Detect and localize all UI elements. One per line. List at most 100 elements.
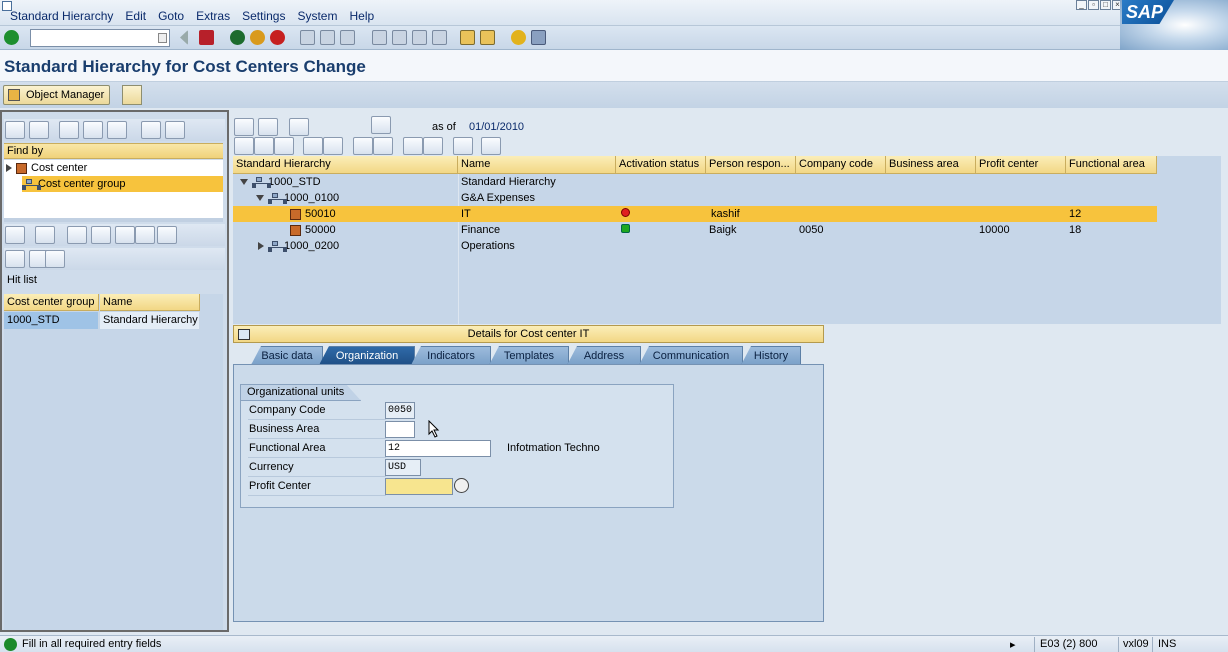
customize-layout-icon[interactable] xyxy=(531,30,546,45)
profit-center-field[interactable] xyxy=(385,478,453,495)
filter-icon[interactable] xyxy=(91,226,111,244)
details-icon[interactable] xyxy=(5,226,25,244)
value-help-icon[interactable] xyxy=(454,478,469,493)
column-header-name[interactable]: Name xyxy=(100,294,200,311)
create-icon[interactable] xyxy=(234,137,254,155)
expand-icon[interactable] xyxy=(6,164,12,173)
print-list-icon[interactable] xyxy=(5,250,25,268)
hit-list-cell-group[interactable]: 1000_STD xyxy=(4,312,99,329)
display-icon[interactable] xyxy=(59,121,79,139)
object-manager-button[interactable]: Object Manager xyxy=(3,85,111,105)
print-icon[interactable] xyxy=(300,30,315,45)
collapse-node-icon[interactable] xyxy=(256,195,264,202)
layout-icon[interactable] xyxy=(45,250,65,268)
move-up-icon[interactable] xyxy=(303,137,323,155)
minimize-icon[interactable]: _ xyxy=(1076,0,1087,10)
column-header-profit-center[interactable]: Profit center xyxy=(976,156,1066,174)
column-header-name[interactable]: Name xyxy=(458,156,616,174)
back-arrow-icon[interactable] xyxy=(234,118,254,136)
restore-icon[interactable]: ▫ xyxy=(1088,0,1099,10)
print-icon[interactable] xyxy=(453,137,473,155)
previous-page-icon[interactable] xyxy=(392,30,407,45)
forward-arrow-icon[interactable] xyxy=(29,121,49,139)
set-filter-icon[interactable] xyxy=(115,226,135,244)
insert-subnode-icon[interactable] xyxy=(423,137,443,155)
menu-settings[interactable]: Settings xyxy=(242,9,285,23)
tree-item-cost-center[interactable]: Cost center xyxy=(6,160,223,176)
sum-icon[interactable] xyxy=(135,226,155,244)
hit-list-cell-name[interactable]: Standard Hierarchy xyxy=(100,312,200,329)
last-page-icon[interactable] xyxy=(432,30,447,45)
find-icon[interactable] xyxy=(320,30,335,45)
subtotal-icon[interactable] xyxy=(157,226,177,244)
functional-area-field[interactable]: 12 xyxy=(385,440,491,457)
hierarchy-icon-2[interactable] xyxy=(373,137,393,155)
collapse-all-icon[interactable] xyxy=(165,121,185,139)
maximize-icon[interactable]: □ xyxy=(1100,0,1111,10)
move-down-icon[interactable] xyxy=(323,137,343,155)
table-row[interactable]: 1000_STD Standard Hierarchy xyxy=(233,174,1221,190)
business-area-field[interactable] xyxy=(385,421,415,438)
new-session-icon[interactable] xyxy=(460,30,475,45)
tab-basic-data[interactable]: Basic data xyxy=(251,346,323,365)
tab-indicators[interactable]: Indicators xyxy=(411,346,491,365)
collapse-node-icon[interactable] xyxy=(240,179,248,186)
menu-help[interactable]: Help xyxy=(349,9,374,23)
table-row-selected[interactable]: 50010 IT kashif 12 xyxy=(233,206,1221,222)
first-page-icon[interactable] xyxy=(372,30,387,45)
tab-address[interactable]: Address xyxy=(567,346,641,365)
company-code-field[interactable]: 0050 xyxy=(385,402,415,419)
column-header-functional-area[interactable]: Functional area xyxy=(1066,156,1157,174)
columns-icon[interactable] xyxy=(481,137,501,155)
tab-history[interactable]: History xyxy=(741,346,801,365)
currency-field[interactable]: USD xyxy=(385,459,421,476)
display-change-button[interactable] xyxy=(122,85,142,105)
calendar-icon[interactable] xyxy=(371,116,391,134)
tree-item-cost-center-group[interactable]: Cost center group xyxy=(22,176,223,192)
find-next-icon[interactable] xyxy=(340,30,355,45)
exit-icon[interactable] xyxy=(250,30,265,45)
tab-templates[interactable]: Templates xyxy=(489,346,569,365)
table-row[interactable]: 1000_0200 Operations xyxy=(233,238,1221,254)
column-header-activation-status[interactable]: Activation status xyxy=(616,156,706,174)
menu-goto[interactable]: Goto xyxy=(158,9,184,23)
cancel-icon[interactable] xyxy=(270,30,285,45)
structure-icon[interactable] xyxy=(289,118,309,136)
column-header-business-area[interactable]: Business area xyxy=(886,156,976,174)
back-arrow-icon[interactable] xyxy=(5,121,25,139)
column-header-group[interactable]: Cost center group xyxy=(4,294,99,311)
change-icon[interactable] xyxy=(83,121,103,139)
menu-edit[interactable]: Edit xyxy=(125,9,146,23)
command-field[interactable] xyxy=(30,29,170,47)
table-row[interactable]: 50000 Finance Baigk 0050 10000 18 xyxy=(233,222,1221,238)
as-of-date[interactable]: 01/01/2010 xyxy=(469,121,524,133)
search-icon[interactable] xyxy=(35,226,55,244)
menu-system[interactable]: System xyxy=(297,9,337,23)
menu-standard-hierarchy[interactable]: Standard Hierarchy xyxy=(10,9,113,23)
collapse-icon[interactable] xyxy=(180,30,188,45)
command-history-icon[interactable] xyxy=(158,33,167,43)
column-header-company-code[interactable]: Company code xyxy=(796,156,886,174)
back-icon[interactable] xyxy=(230,30,245,45)
help-icon[interactable] xyxy=(511,30,526,45)
panel-splitter[interactable] xyxy=(4,218,223,222)
table-row[interactable]: 1000_0100 G&A Expenses xyxy=(233,190,1221,206)
enter-icon[interactable] xyxy=(4,30,19,45)
menu-extras[interactable]: Extras xyxy=(196,9,230,23)
tab-communication[interactable]: Communication xyxy=(639,346,743,365)
shortcut-icon[interactable] xyxy=(480,30,495,45)
forward-arrow-icon[interactable] xyxy=(258,118,278,136)
column-header-standard-hierarchy[interactable]: Standard Hierarchy xyxy=(233,156,458,174)
sort-ascending-icon[interactable] xyxy=(67,226,87,244)
column-header-person-responsible[interactable]: Person respon... xyxy=(706,156,796,174)
insert-node-icon[interactable] xyxy=(403,137,423,155)
delete-icon[interactable] xyxy=(274,137,294,155)
copy-icon[interactable] xyxy=(254,137,274,155)
next-page-icon[interactable] xyxy=(412,30,427,45)
hierarchy-icon[interactable] xyxy=(353,137,373,155)
details-window-icon[interactable] xyxy=(238,329,250,340)
status-info-icon[interactable]: ▸ xyxy=(1010,638,1016,651)
copy-icon[interactable] xyxy=(107,121,127,139)
expand-all-icon[interactable] xyxy=(141,121,161,139)
tab-organization[interactable]: Organization xyxy=(319,346,415,365)
